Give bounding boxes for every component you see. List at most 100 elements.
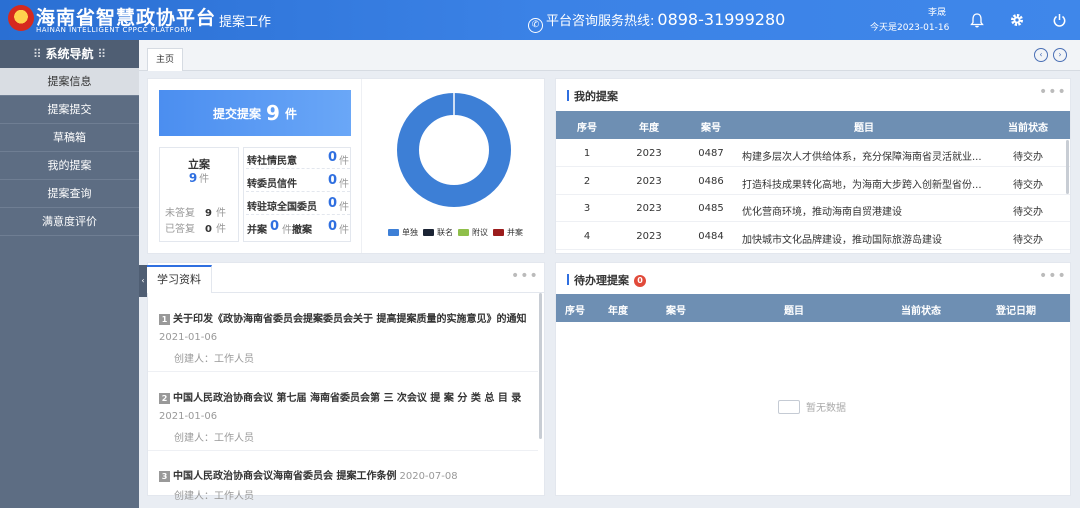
tab-bar: 主页 <box>139 40 1080 71</box>
index-badge: 2 <box>159 393 170 404</box>
tab-next-icon[interactable]: › <box>1053 48 1067 62</box>
sidebar-item-proposal-submit[interactable]: 提案提交 <box>0 96 139 124</box>
table-cell: 待交办 <box>1013 152 1043 163</box>
study-item[interactable]: 2 中国人民政治协商会议 第七届 海南省委员会第 三 次会议 提 案 分 类 总 … <box>159 389 539 444</box>
more-icon[interactable]: ••• <box>1039 268 1067 284</box>
pending-count-badge: 0 <box>634 275 646 287</box>
table-cell: 待交办 <box>1013 207 1043 218</box>
table-cell: 3 <box>583 203 591 214</box>
table-row[interactable]: 1 2023 0487 构建多层次人才供给体系，充分保障海南省灵活就业... 待交办 <box>556 140 1070 167</box>
donut-slice-单独[interactable] <box>397 93 511 207</box>
answered-row: 已答复 0 件 <box>165 224 226 235</box>
pending-header-row: 序号 年度 案号 题目 当前状态 登记日期 <box>556 294 1070 322</box>
study-item[interactable]: 3 中国人民政治协商会议海南省委员会 提案工作条例 2020-07-08 创建人：工… <box>159 467 539 502</box>
hotline: ✆ 平台咨询服务热线: 0898-31999280 <box>528 10 785 33</box>
submit-proposal-button[interactable]: 提交提案 9 件 <box>159 90 351 136</box>
top-bar: 海南省智慧政协平台 HAINAN INTELLIGENT CPPCC PLATF… <box>0 0 1080 40</box>
user-info: 李晟 今天是2023-01-16 <box>870 6 950 36</box>
proposal-title-cell[interactable]: 构建多层次人才供给体系，充分保障海南省灵活就业... <box>742 148 986 163</box>
transfer-row[interactable]: 转委员信件 0 件 <box>246 172 350 192</box>
scrollbar[interactable] <box>539 293 542 439</box>
my-proposals-header-row: 序号 年度 案号 题目 当前状态 <box>556 111 1070 139</box>
study-item-creator: 创建人：工作人员 <box>174 354 254 365</box>
more-icon[interactable]: ••• <box>511 268 539 284</box>
table-cell: 2023 <box>636 148 662 159</box>
filing-count: 9件 <box>188 171 210 185</box>
filing-stat-box: 立案 9件 未答复 9 件 已答复 0 件 <box>159 147 239 242</box>
empty-text: 暂无数据 <box>806 403 846 414</box>
legend-label: 联名 <box>437 228 453 237</box>
table-row[interactable]: 3 2023 0485 优化营商环境，推动海南自贸港建设 待交办 <box>556 195 1070 222</box>
bell-icon[interactable] <box>965 8 989 32</box>
col-header: 登记日期 <box>996 306 1036 317</box>
submit-label: 提交提案 <box>213 106 262 121</box>
tab-prev-icon[interactable]: ‹ <box>1034 48 1048 62</box>
sidebar-item-proposal-info[interactable]: 提案信息 <box>0 68 139 96</box>
table-cell: 2023 <box>636 230 662 242</box>
today-date: 今天是2023-01-16 <box>870 23 950 33</box>
divider <box>361 79 362 253</box>
module-title[interactable]: 提案工作 <box>219 11 271 30</box>
study-item[interactable]: 1 关于印发《政协海南省委员会提案委员会关于 提高提案质量的实施意见》的通知 20… <box>159 310 539 365</box>
study-item-title[interactable]: 中国人民政治协商会议 第七届 海南省委员会第 三 次会议 提 案 分 类 总 目… <box>173 393 521 404</box>
proposal-title-cell[interactable]: 打造科技成果转化高地，为海南大步跨入创新型省份... <box>742 176 986 191</box>
index-badge: 3 <box>159 471 170 482</box>
sidebar-title: 系统导航 <box>45 47 94 61</box>
table-cell: 2023 <box>636 175 662 187</box>
legend-swatch <box>458 229 469 236</box>
study-item-date: 2021-01-06 <box>159 332 218 343</box>
unanswered-row: 未答复 9 件 <box>165 208 226 219</box>
table-cell: 0486 <box>698 175 724 187</box>
legend-item[interactable]: 单独 <box>383 228 418 237</box>
study-materials-card <box>147 262 545 496</box>
study-item-creator: 创建人：工作人员 <box>174 491 254 502</box>
sidebar-item-satisfaction[interactable]: 满意度评价 <box>0 208 139 236</box>
table-cell: 4 <box>583 230 591 242</box>
hotline-label: 平台咨询服务热线: <box>546 14 655 29</box>
merge-withdraw-row[interactable]: 并案 0 件 撤案 0 件 <box>246 218 350 238</box>
cppcc-emblem-logo <box>8 5 34 31</box>
power-icon[interactable] <box>1047 8 1071 32</box>
table-cell: 0484 <box>698 230 724 242</box>
sidebar-collapse-handle[interactable]: ‹ <box>139 265 147 297</box>
proposal-title-cell[interactable]: 加快城市文化品牌建设，推动国际旅游岛建设 <box>742 231 986 246</box>
col-header: 当前状态 <box>901 306 941 317</box>
proposal-title-cell[interactable]: 优化营商环境，推动海南自贸港建设 <box>742 203 986 218</box>
transfer-row[interactable]: 转社情民意 0 件 <box>246 149 350 169</box>
col-header: 题目 <box>854 123 874 134</box>
table-row[interactable]: 4 2023 0484 加快城市文化品牌建设，推动国际旅游岛建设 待交办 <box>556 223 1070 250</box>
sidebar-item-proposal-query[interactable]: 提案查询 <box>0 180 139 208</box>
study-item-title[interactable]: 关于印发《政协海南省委员会提案委员会关于 提高提案质量的实施意见》的通知 <box>173 314 526 325</box>
transfer-row[interactable]: 转驻琼全国委员 0 件 <box>246 195 350 215</box>
sidebar: ⠿ 系统导航 ⠿ 提案信息 提案提交 草稿箱 我的提案 提案查询 满意度评价 <box>0 40 139 508</box>
divider <box>148 371 538 372</box>
tab-study-materials[interactable]: 学习资料 <box>147 265 212 293</box>
hotline-number: 0898-31999280 <box>657 10 786 29</box>
gear-icon[interactable] <box>1005 8 1029 32</box>
table-cell: 0485 <box>698 203 724 214</box>
my-proposals-title: 我的提案 <box>567 88 618 104</box>
table-row[interactable]: 2 2023 0486 打造科技成果转化高地，为海南大步跨入创新型省份... 待交办 <box>556 168 1070 195</box>
legend-label: 并案 <box>507 228 523 237</box>
study-item-title[interactable]: 中国人民政治协商会议海南省委员会 提案工作条例 <box>173 471 396 482</box>
platform-title-en: HAINAN INTELLIGENT CPPCC PLATFORM <box>36 26 193 34</box>
proposal-type-donut-chart <box>397 93 511 207</box>
legend-item[interactable]: 并案 <box>488 228 523 237</box>
more-icon[interactable]: ••• <box>1039 84 1067 100</box>
study-item-date: 2020-07-08 <box>399 471 458 482</box>
sidebar-item-my-proposals[interactable]: 我的提案 <box>0 152 139 180</box>
col-header: 年度 <box>639 123 659 134</box>
legend-label: 单独 <box>402 228 418 237</box>
legend-item[interactable]: 联名 <box>418 228 453 237</box>
legend-item[interactable]: 附议 <box>453 228 488 237</box>
tab-home[interactable]: 主页 <box>147 48 183 71</box>
user-name[interactable]: 李晟 <box>870 6 946 21</box>
legend-swatch <box>388 229 399 236</box>
submit-unit: 件 <box>284 106 297 121</box>
sidebar-item-drafts[interactable]: 草稿箱 <box>0 124 139 152</box>
col-header: 案号 <box>666 306 686 317</box>
scrollbar[interactable] <box>1066 140 1069 194</box>
study-item-creator: 创建人：工作人员 <box>174 433 254 444</box>
table-cell: 0487 <box>698 148 724 159</box>
study-item-date: 2021-01-06 <box>159 411 218 422</box>
